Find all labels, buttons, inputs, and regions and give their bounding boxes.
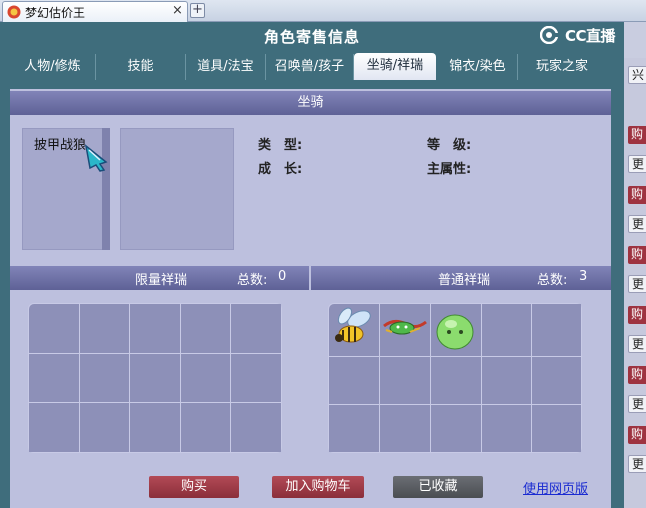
- bee-auspicious-icon: [335, 307, 371, 343]
- dialog-title: 角色寄售信息: [263, 28, 360, 46]
- side-buy-button[interactable]: 购: [628, 306, 646, 324]
- side-buy-button[interactable]: 购: [628, 246, 646, 264]
- limited-title: 限量祥瑞: [135, 273, 188, 288]
- normal-grid: [328, 303, 582, 453]
- normal-title: 普通祥瑞: [438, 273, 491, 288]
- app-favicon-icon: [7, 5, 21, 19]
- side-buy-button[interactable]: 购: [628, 126, 646, 144]
- cc-live-logo: CC直播: [540, 24, 616, 46]
- grid-cell[interactable]: [329, 405, 379, 452]
- tab-items[interactable]: 道具/法宝: [186, 54, 266, 80]
- tab-costume[interactable]: 锦衣/染色: [438, 54, 518, 80]
- side-more-button[interactable]: 更: [628, 335, 646, 353]
- type-label: 类 型:: [258, 138, 303, 153]
- browser-tab-title: 梦幻估价王: [25, 6, 86, 20]
- limited-grid: [28, 303, 282, 453]
- side-buy-button[interactable]: 购: [628, 426, 646, 444]
- normal-total-value: 3: [579, 269, 588, 284]
- favorited-button[interactable]: 已收藏: [393, 476, 483, 498]
- grid-cell[interactable]: [482, 405, 531, 452]
- grid-cell[interactable]: [482, 304, 531, 356]
- browser-tab-strip: 梦幻估价王 × +: [0, 0, 646, 22]
- grid-cell[interactable]: [380, 357, 430, 404]
- web-version-link[interactable]: 使用网页版: [523, 478, 588, 497]
- grid-cell[interactable]: [29, 304, 79, 353]
- grid-cell-bee-mount[interactable]: [329, 304, 379, 356]
- grid-cell[interactable]: [231, 353, 281, 403]
- grid-cell[interactable]: [79, 353, 130, 403]
- mount-preview-box: [120, 128, 234, 250]
- side-list: 兴 购 更 购 更 购 更 购 更 购 更 购 更: [624, 58, 646, 508]
- logo-text: CC直播: [565, 26, 616, 45]
- grid-cell[interactable]: [130, 353, 180, 403]
- growth-label: 成 长:: [258, 162, 303, 177]
- grid-cell[interactable]: [79, 304, 130, 353]
- grid-cell[interactable]: [79, 403, 130, 452]
- grid-cell[interactable]: [180, 403, 231, 452]
- side-more-button[interactable]: 更: [628, 155, 646, 173]
- normal-total-label: 总数:: [537, 273, 568, 288]
- main-attr-label: 主属性:: [427, 162, 472, 177]
- side-more-button[interactable]: 更: [628, 455, 646, 473]
- grid-cell[interactable]: [29, 403, 79, 452]
- grid-cell[interactable]: [130, 304, 180, 353]
- mount-section-header: 坐骑: [10, 91, 611, 115]
- grid-cell[interactable]: [431, 405, 481, 452]
- mount-cursor-icon: [84, 144, 108, 172]
- side-more-button[interactable]: 更: [628, 395, 646, 413]
- grid-cell[interactable]: [180, 353, 231, 403]
- buy-button[interactable]: 购买: [149, 476, 239, 498]
- grid-cell-slime-mount[interactable]: [431, 304, 481, 356]
- tab-skills[interactable]: 技能: [96, 54, 186, 80]
- grid-cell[interactable]: [532, 304, 581, 356]
- tab-summons[interactable]: 召唤兽/孩子: [266, 54, 354, 80]
- grid-cell[interactable]: [431, 357, 481, 404]
- tab-home[interactable]: 玩家之家: [518, 54, 606, 80]
- grid-cell[interactable]: [29, 353, 79, 403]
- grid-cell[interactable]: [231, 403, 281, 452]
- tab-mounts[interactable]: 坐骑/祥瑞: [354, 53, 436, 80]
- side-buy-button[interactable]: 购: [628, 186, 646, 204]
- grid-cell[interactable]: [329, 357, 379, 404]
- slime-auspicious-icon: [436, 314, 474, 350]
- new-tab-button[interactable]: +: [190, 3, 205, 18]
- limited-total-label: 总数:: [237, 273, 268, 288]
- grid-cell[interactable]: [231, 304, 281, 353]
- side-more-button[interactable]: 更: [628, 215, 646, 233]
- limited-total-value: 0: [278, 269, 287, 284]
- grid-cell[interactable]: [380, 405, 430, 452]
- mount-section-title: 坐骑: [297, 95, 324, 110]
- side-top-button[interactable]: 兴: [628, 66, 646, 84]
- grid-cell[interactable]: [482, 357, 531, 404]
- grid-cell[interactable]: [532, 357, 581, 404]
- side-more-button[interactable]: 更: [628, 275, 646, 293]
- grid-cell-dragon-mount[interactable]: [380, 304, 430, 356]
- close-tab-icon[interactable]: ×: [172, 3, 183, 18]
- mount-name[interactable]: 披甲战狼: [34, 134, 86, 153]
- grid-cell[interactable]: [180, 304, 231, 353]
- cc-logo-icon: [540, 26, 562, 44]
- category-tabs: 人物/修炼 技能 道具/法宝 召唤兽/孩子 坐骑/祥瑞 锦衣/染色 玩家之家: [10, 53, 622, 80]
- side-buy-button[interactable]: 购: [628, 366, 646, 384]
- level-label: 等 级:: [427, 138, 472, 153]
- grid-cell[interactable]: [130, 403, 180, 452]
- tab-character[interactable]: 人物/修炼: [10, 54, 96, 80]
- add-to-cart-button[interactable]: 加入购物车: [272, 476, 364, 498]
- grid-cell[interactable]: [532, 405, 581, 452]
- browser-tab[interactable]: 梦幻估价王 ×: [2, 1, 188, 22]
- dragon-auspicious-icon: [383, 319, 427, 335]
